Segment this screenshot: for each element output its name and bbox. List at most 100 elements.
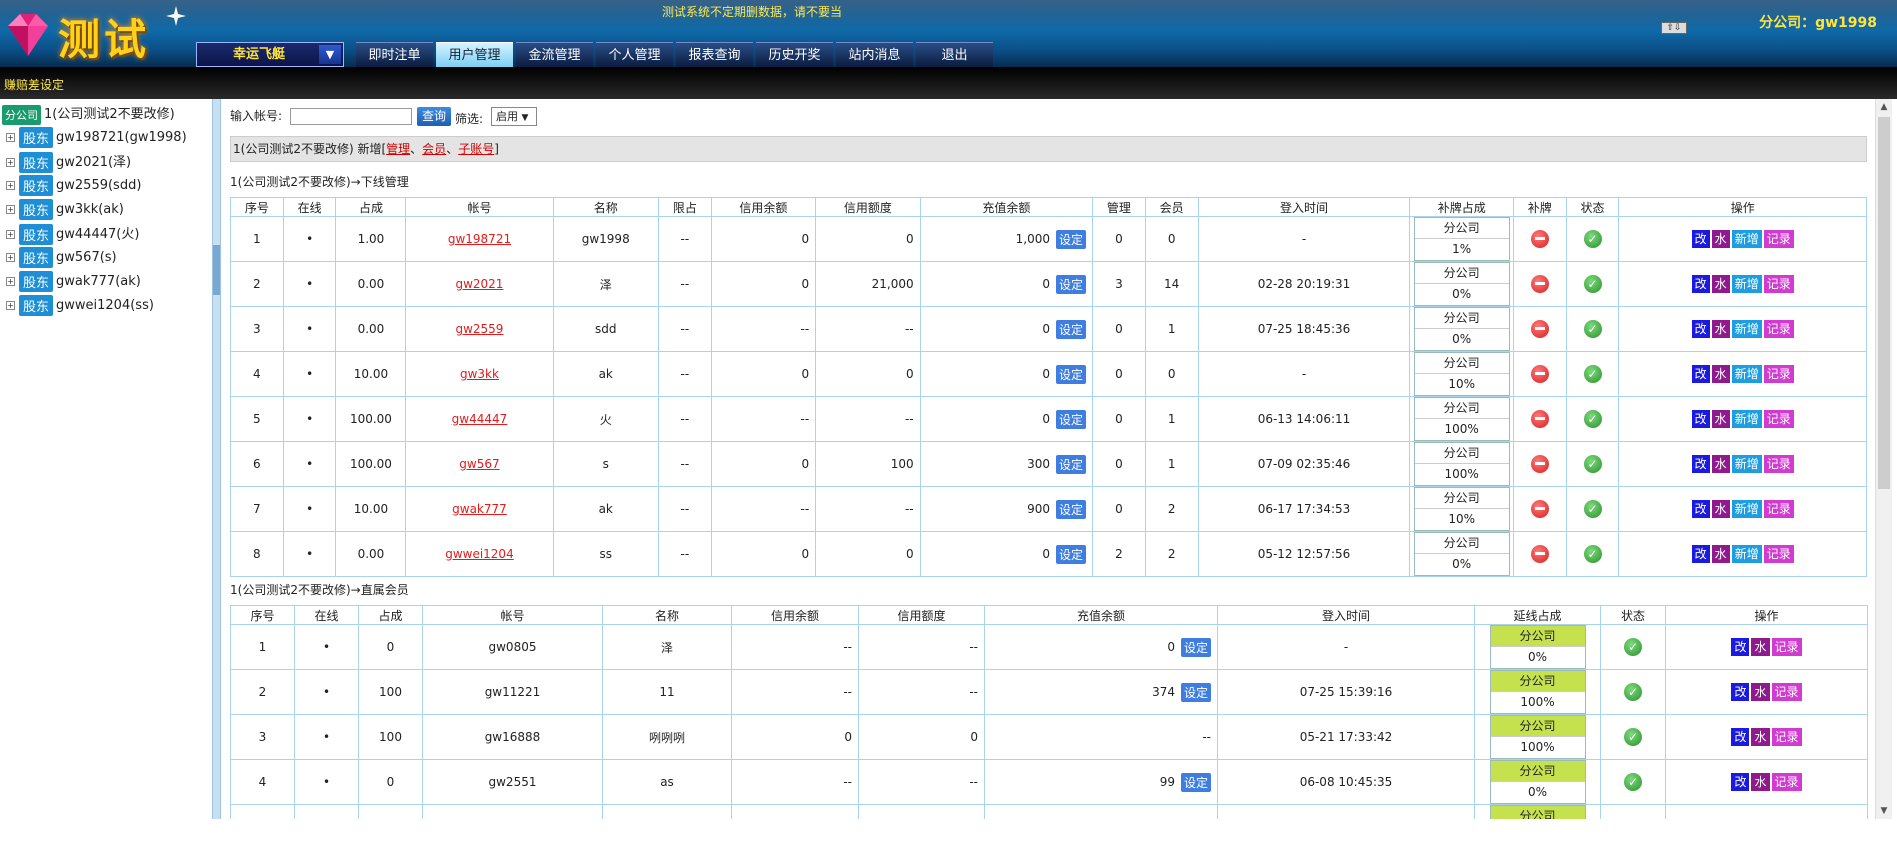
- rebate-button[interactable]: 水: [1711, 275, 1730, 293]
- account-link[interactable]: gwak777: [452, 502, 507, 516]
- sidebar-item-7[interactable]: + 股东 gwwei1204(ss): [0, 295, 154, 317]
- rebate-button[interactable]: 水: [1711, 500, 1730, 518]
- stop-icon[interactable]: [1530, 500, 1549, 518]
- rebate-button[interactable]: 水: [1711, 320, 1730, 338]
- rebate-button[interactable]: 水: [1711, 410, 1730, 428]
- sidebar-item-0[interactable]: + 股东 gw198721(gw1998): [0, 127, 187, 149]
- main-scrollbar[interactable]: ▲ ▼: [1875, 99, 1892, 819]
- expand-plus-icon[interactable]: +: [6, 205, 15, 214]
- sidebar-item-1[interactable]: + 股东 gw2021(泽): [0, 151, 131, 173]
- nav-tab-5[interactable]: 历史开奖: [756, 42, 833, 67]
- edit-button[interactable]: 改: [1691, 365, 1710, 383]
- edit-button[interactable]: 改: [1731, 728, 1750, 746]
- expand-plus-icon[interactable]: +: [6, 301, 15, 310]
- account-link[interactable]: gw2021: [455, 277, 503, 291]
- check-icon[interactable]: ✓: [1583, 320, 1602, 338]
- stop-icon[interactable]: [1530, 410, 1549, 428]
- edit-button[interactable]: 改: [1691, 230, 1710, 248]
- edit-button[interactable]: 改: [1691, 275, 1710, 293]
- set-recharge-button[interactable]: 设定: [1056, 499, 1087, 519]
- account-link[interactable]: gw198721: [448, 232, 511, 246]
- record-button[interactable]: 记录: [1763, 230, 1794, 248]
- set-recharge-button[interactable]: 设定: [1180, 772, 1211, 792]
- sidebar-item-4[interactable]: + 股东 gw44447(火): [0, 223, 139, 245]
- check-icon[interactable]: ✓: [1583, 275, 1602, 293]
- notice-scroll-buttons[interactable]: ⇧⇩: [1661, 22, 1687, 34]
- add-button[interactable]: 新增: [1731, 500, 1762, 518]
- edit-button[interactable]: 改: [1691, 410, 1710, 428]
- add-button[interactable]: 新增: [1731, 230, 1762, 248]
- set-recharge-button[interactable]: 设定: [1180, 682, 1211, 702]
- record-button[interactable]: 记录: [1763, 500, 1794, 518]
- check-icon[interactable]: ✓: [1583, 230, 1602, 248]
- add-button[interactable]: 新增: [1731, 455, 1762, 473]
- record-button[interactable]: 记录: [1771, 683, 1802, 701]
- nav-tab-7[interactable]: 退出: [916, 42, 993, 67]
- sidebar-item-5[interactable]: + 股东 gw567(s): [0, 247, 117, 269]
- edit-button[interactable]: 改: [1731, 683, 1750, 701]
- stop-icon[interactable]: [1530, 455, 1549, 473]
- set-recharge-button[interactable]: 设定: [1056, 544, 1087, 564]
- add-member-link[interactable]: 会员: [422, 142, 446, 156]
- account-search-input[interactable]: [290, 108, 412, 125]
- query-button[interactable]: 查询: [417, 107, 451, 126]
- nav-tab-1[interactable]: 用户管理: [436, 42, 513, 67]
- scroll-down-icon[interactable]: ▼: [1879, 806, 1889, 816]
- check-icon[interactable]: ✓: [1583, 365, 1602, 383]
- add-button[interactable]: 新增: [1731, 365, 1762, 383]
- expand-plus-icon[interactable]: +: [6, 181, 15, 190]
- check-icon[interactable]: ✓: [1583, 455, 1602, 473]
- rebate-button[interactable]: 水: [1751, 728, 1770, 746]
- add-button[interactable]: 新增: [1731, 545, 1762, 563]
- record-button[interactable]: 记录: [1763, 365, 1794, 383]
- expand-plus-icon[interactable]: +: [6, 158, 15, 167]
- account-link[interactable]: gw3kk: [460, 367, 499, 381]
- stop-icon[interactable]: [1530, 365, 1549, 383]
- nav-tab-2[interactable]: 金流管理: [516, 42, 593, 67]
- rebate-button[interactable]: 水: [1711, 455, 1730, 473]
- nav-tab-3[interactable]: 个人管理: [596, 42, 673, 67]
- edit-button[interactable]: 改: [1691, 320, 1710, 338]
- set-recharge-button[interactable]: 设定: [1056, 274, 1087, 294]
- check-icon[interactable]: ✓: [1624, 728, 1642, 746]
- check-icon[interactable]: ✓: [1583, 545, 1602, 563]
- edit-button[interactable]: 改: [1731, 638, 1750, 656]
- rebate-button[interactable]: 水: [1711, 230, 1730, 248]
- expand-plus-icon[interactable]: +: [6, 253, 15, 262]
- nav-tab-6[interactable]: 站内消息: [836, 42, 913, 67]
- add-manager-link[interactable]: 管理: [386, 142, 410, 156]
- rebate-button[interactable]: 水: [1751, 638, 1770, 656]
- add-subaccount-link[interactable]: 子账号: [458, 142, 494, 156]
- set-recharge-button[interactable]: 设定: [1056, 409, 1087, 429]
- filter-select[interactable]: 启用 ▼: [491, 107, 537, 126]
- account-link[interactable]: gw2559: [455, 322, 503, 336]
- set-recharge-button[interactable]: 设定: [1056, 229, 1087, 249]
- account-link[interactable]: gwwei1204: [445, 547, 514, 561]
- edit-button[interactable]: 改: [1731, 773, 1750, 791]
- record-button[interactable]: 记录: [1771, 773, 1802, 791]
- sidebar-item-6[interactable]: + 股东 gwak777(ak): [0, 271, 141, 293]
- chevron-down-icon[interactable]: ▼: [319, 45, 341, 64]
- rebate-button[interactable]: 水: [1751, 773, 1770, 791]
- set-recharge-button[interactable]: 设定: [1056, 364, 1087, 384]
- expand-plus-icon[interactable]: +: [6, 133, 15, 142]
- stop-icon[interactable]: [1530, 320, 1549, 338]
- splitter-handle[interactable]: [213, 245, 220, 295]
- edit-button[interactable]: 改: [1691, 455, 1710, 473]
- check-icon[interactable]: ✓: [1624, 683, 1642, 701]
- stop-icon[interactable]: [1530, 275, 1549, 293]
- record-button[interactable]: 记录: [1771, 728, 1802, 746]
- edit-button[interactable]: 改: [1691, 500, 1710, 518]
- stop-icon[interactable]: [1530, 230, 1549, 248]
- nav-tab-4[interactable]: 报表查询: [676, 42, 753, 67]
- set-recharge-button[interactable]: 设定: [1056, 454, 1087, 474]
- sidebar-item-2[interactable]: + 股东 gw2559(sdd): [0, 175, 141, 197]
- check-icon[interactable]: ✓: [1624, 638, 1642, 656]
- add-button[interactable]: 新增: [1731, 410, 1762, 428]
- stop-icon[interactable]: [1530, 545, 1549, 563]
- account-link[interactable]: gw567: [459, 457, 499, 471]
- set-recharge-button[interactable]: 设定: [1180, 637, 1211, 657]
- tree-root[interactable]: 分公司 1(公司测试2不要改修): [2, 103, 175, 125]
- record-button[interactable]: 记录: [1763, 455, 1794, 473]
- edit-button[interactable]: 改: [1691, 545, 1710, 563]
